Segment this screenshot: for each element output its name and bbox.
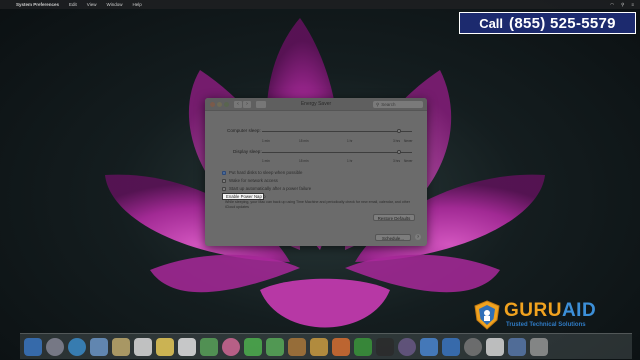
guitar-icon[interactable]: [288, 337, 306, 356]
safari-icon[interactable]: [68, 337, 86, 356]
computer-sleep-slider[interactable]: [262, 129, 412, 133]
ibooks-icon[interactable]: [420, 337, 438, 356]
menu-item-window[interactable]: Window: [106, 2, 122, 7]
help-button[interactable]: ?: [415, 234, 421, 240]
option-label: Wake for network access: [229, 178, 278, 183]
ds-tick-15min: 15 min: [299, 159, 309, 163]
call-banner: Call (855) 525-5579: [459, 12, 636, 34]
launchpad-icon[interactable]: [46, 337, 64, 356]
option-label: Start up automatically after a power fai…: [229, 186, 312, 191]
cs-tick-never: Never: [404, 139, 413, 143]
numbers-icon[interactable]: [354, 337, 372, 356]
cs-tick-1min: 1 min: [262, 139, 270, 143]
search-icon[interactable]: ⚲: [621, 2, 624, 8]
facetime-icon[interactable]: [266, 337, 284, 356]
cs-tick-15min: 15 min: [299, 139, 309, 143]
ds-tick-1hr: 1 hr: [347, 159, 353, 163]
logo-tagline: Trusted Technical Solutions: [506, 322, 586, 328]
keynote-icon[interactable]: [376, 337, 394, 356]
display-sleep-label: Display sleep:: [233, 149, 262, 154]
notes-icon[interactable]: [156, 337, 174, 356]
menu-item-view[interactable]: View: [87, 2, 97, 7]
preview-icon[interactable]: [486, 337, 504, 356]
itunes-icon[interactable]: [398, 337, 416, 356]
wifi-icon[interactable]: ◠: [610, 2, 614, 8]
list-icon[interactable]: ≡: [631, 2, 634, 7]
computer-sleep-thumb[interactable]: [397, 129, 401, 133]
shield-logo-icon: [474, 300, 500, 330]
restore-defaults-button[interactable]: Restore Defaults: [373, 214, 415, 221]
menu-app-name[interactable]: System Preferences: [16, 2, 59, 7]
contacts-icon[interactable]: [112, 337, 130, 356]
cs-tick-1hr: 1 hr: [347, 139, 353, 143]
checkbox[interactable]: [222, 178, 226, 183]
power-nap-highlight: Enable Power Nap: [222, 193, 264, 200]
call-label: Call: [479, 15, 504, 31]
folder-icon[interactable]: [508, 337, 526, 356]
trash-icon[interactable]: [530, 337, 548, 356]
energy-saver-window: ‹ › Energy Saver ⚲ Search Computer sleep…: [205, 98, 427, 246]
display-sleep-thumb[interactable]: [397, 150, 401, 154]
ds-tick-never: Never: [404, 159, 413, 163]
phone-number: (855) 525-5579: [509, 14, 616, 32]
maps-icon[interactable]: [200, 337, 218, 356]
guruaid-logo: GURUAID Trusted Technical Solutions: [474, 300, 640, 336]
cs-tick-3hrs: 3 hrs: [393, 139, 401, 143]
calendar-icon[interactable]: [134, 337, 152, 356]
search-icon: ⚲: [376, 102, 380, 107]
photos-icon[interactable]: [222, 337, 240, 356]
menu-item-edit[interactable]: Edit: [69, 2, 77, 7]
option-hard-disk-sleep[interactable]: Put hard disks to sleep when possible: [222, 170, 302, 175]
schedule-button[interactable]: Schedule...: [375, 234, 411, 241]
search-placeholder: Search: [381, 102, 396, 107]
finder-icon[interactable]: [24, 337, 42, 356]
app-icon[interactable]: [310, 337, 328, 356]
option-label: Put hard disks to sleep when possible: [229, 170, 303, 175]
ds-tick-1min: 1 min: [262, 159, 270, 163]
option-wake-network[interactable]: Wake for network access: [222, 178, 278, 183]
menu-item-help[interactable]: Help: [133, 2, 142, 7]
app-store-icon[interactable]: [442, 337, 460, 356]
display-sleep-slider[interactable]: [262, 150, 412, 154]
search-field[interactable]: ⚲ Search: [373, 101, 423, 108]
checkbox[interactable]: [222, 170, 226, 175]
menu-bar: System Preferences Edit View Window Help…: [0, 0, 640, 9]
logo-wordmark: GURUAID: [504, 300, 596, 322]
system-preferences-icon[interactable]: [464, 337, 482, 356]
logo-aid-text: AID: [561, 300, 597, 321]
computer-sleep-label: Computer sleep:: [227, 128, 261, 133]
reminders-icon[interactable]: [178, 337, 196, 356]
ds-tick-3hrs: 3 hrs: [393, 159, 401, 163]
logo-guru-text: GURU: [504, 300, 562, 321]
mail-icon[interactable]: [90, 337, 108, 356]
option-startup-power-failure[interactable]: Start up automatically after a power fai…: [222, 186, 311, 191]
window-titlebar: ‹ › Energy Saver ⚲ Search: [205, 98, 427, 111]
pages-icon[interactable]: [332, 337, 350, 356]
messages-icon[interactable]: [244, 337, 262, 356]
checkbox[interactable]: [222, 186, 226, 191]
power-nap-description: While sleeping, your Mac can back up usi…: [225, 200, 410, 209]
dock: [20, 333, 632, 359]
